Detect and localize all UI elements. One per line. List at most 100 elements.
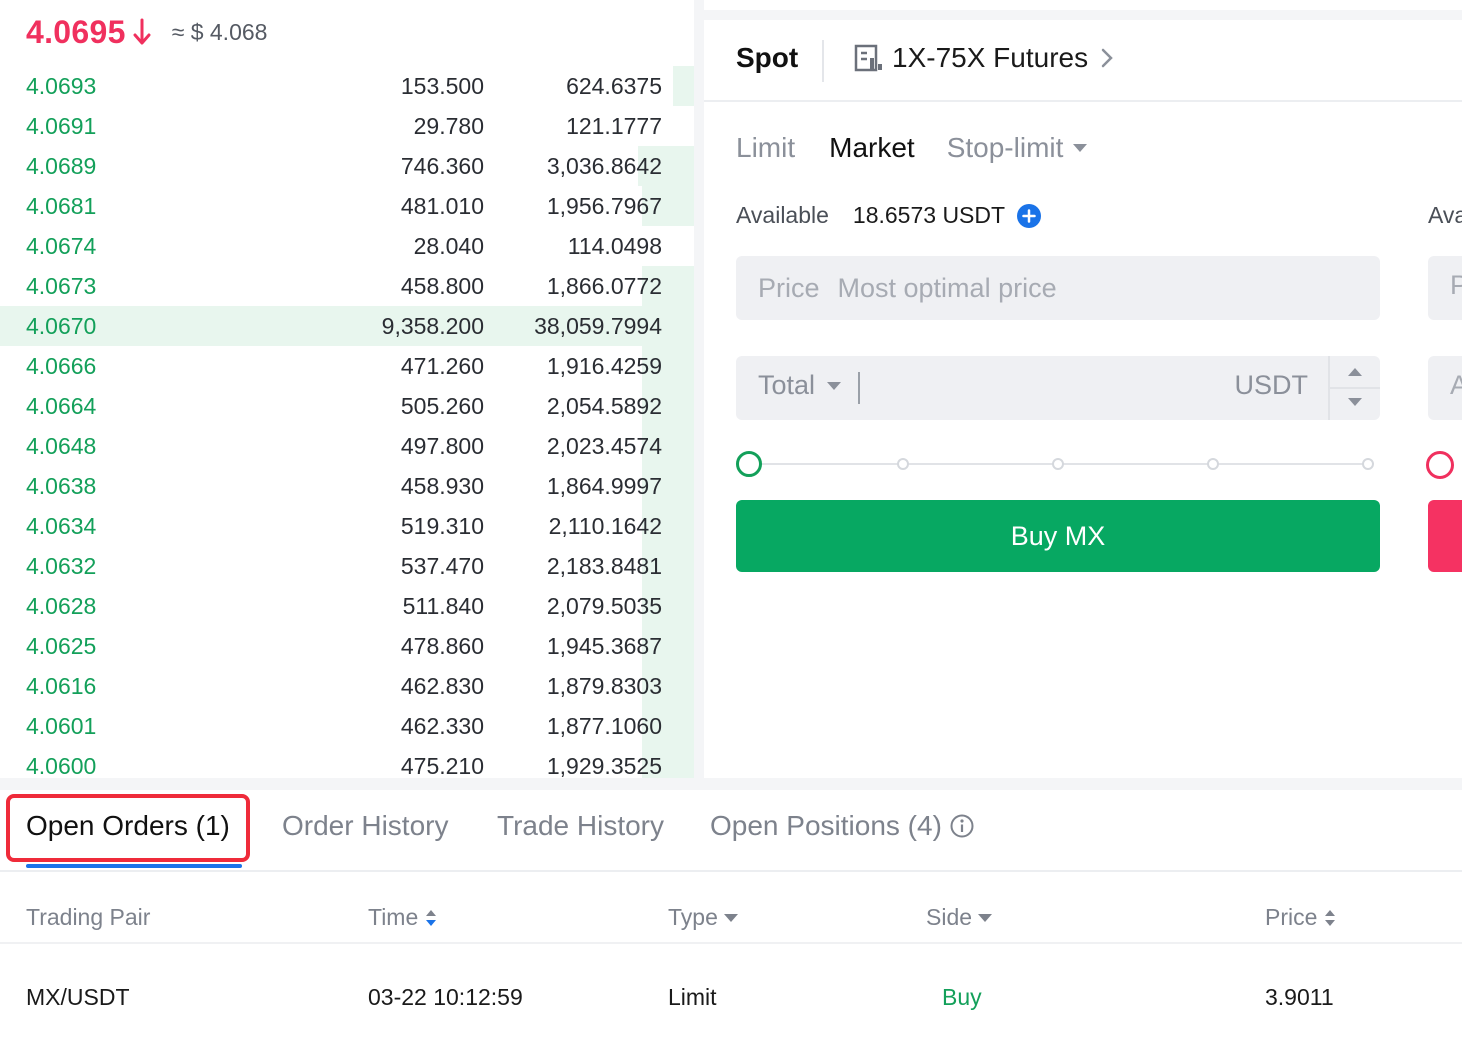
order-book-row[interactable]: 4.0638 458.930 1,864.9997 xyxy=(0,466,694,506)
tab-open-positions[interactable]: Open Positions (4) xyxy=(710,810,974,842)
order-book-price: 4.0681 xyxy=(26,193,97,219)
order-book-price: 4.0601 xyxy=(26,713,97,739)
tab-spot[interactable]: Spot xyxy=(736,42,798,74)
order-book-row[interactable]: 4.0616 462.830 1,879.8303 xyxy=(0,666,694,706)
order-book-row[interactable]: 4.0648 497.800 2,023.4574 xyxy=(0,426,694,466)
tab-trade-history[interactable]: Trade History xyxy=(497,810,664,842)
order-type-stop-limit-label: Stop-limit xyxy=(946,132,1064,163)
available-balance: Available 18.6573 USDT xyxy=(736,202,1042,229)
order-book-amount: 537.470 xyxy=(400,553,484,579)
order-type-market[interactable]: Market xyxy=(829,132,915,164)
order-book-row[interactable]: 4.0693 153.500 624.6375 xyxy=(0,66,694,106)
order-book-total: 1,877.1060 xyxy=(546,713,662,739)
order-book-price: 4.0648 xyxy=(26,433,97,459)
order-book-amount: 462.330 xyxy=(400,713,484,739)
sort-icon xyxy=(426,909,437,926)
cell-side: Buy xyxy=(942,984,982,1010)
order-book-total: 2,054.5892 xyxy=(546,393,662,419)
order-book-total: 2,110.1642 xyxy=(548,513,662,539)
slider-step[interactable] xyxy=(1207,458,1219,470)
slider-handle[interactable] xyxy=(736,451,762,477)
caret-down-icon xyxy=(1073,144,1088,152)
price-placeholder: Most optimal price xyxy=(837,272,1057,303)
order-book-row[interactable]: 4.0634 519.310 2,110.1642 xyxy=(0,506,694,546)
increment-icon[interactable] xyxy=(1348,368,1362,376)
order-book-row[interactable]: 4.0681 481.010 1,956.7967 xyxy=(0,186,694,226)
percent-slider[interactable] xyxy=(736,450,1374,478)
price-label: Price xyxy=(758,272,820,303)
order-book-row[interactable]: 4.0628 511.840 2,079.5035 xyxy=(0,586,694,626)
info-icon[interactable] xyxy=(950,814,974,838)
order-book-row[interactable]: 4.0670 9,358.200 38,059.7994 xyxy=(0,306,694,346)
trading-page: 4.0695 ≈ $ 4.068 4.0693 153.500 624.6375 4.… xyxy=(0,0,1462,1044)
price-input[interactable]: Price Most optimal price xyxy=(736,256,1380,320)
sell-slider-handle[interactable] xyxy=(1426,451,1454,479)
order-book-row[interactable]: 4.0689 746.360 3,036.8642 xyxy=(0,146,694,186)
sell-button[interactable] xyxy=(1428,500,1462,572)
order-book-total: 38,059.7994 xyxy=(534,313,662,339)
tab-order-history[interactable]: Order History xyxy=(282,810,448,842)
order-book-amount: 471.260 xyxy=(400,353,484,379)
order-book-row[interactable]: 4.0632 537.470 2,183.8481 xyxy=(0,546,694,586)
cell-trading-pair: MX/USDT xyxy=(26,984,130,1010)
order-book-price: 4.0634 xyxy=(26,513,97,539)
order-book-total: 1,866.0772 xyxy=(546,273,662,299)
order-book-total: 1,864.9997 xyxy=(546,473,662,499)
tab-open-orders[interactable]: Open Orders (1) xyxy=(26,810,230,842)
futures-document-icon xyxy=(854,44,882,72)
deposit-plus-icon[interactable] xyxy=(1017,203,1042,228)
order-type-limit[interactable]: Limit xyxy=(736,132,795,164)
order-book-row[interactable]: 4.0625 478.860 1,945.3687 xyxy=(0,626,694,666)
tab-open-positions-label: Open Positions (4) xyxy=(710,810,942,841)
order-book-total: 1,916.4259 xyxy=(546,353,662,379)
column-time[interactable]: Time xyxy=(368,904,438,931)
column-side[interactable]: Side xyxy=(926,904,993,931)
sell-price-input[interactable]: P xyxy=(1428,256,1462,320)
order-book-row[interactable]: 4.0600 475.210 1,929.3525 xyxy=(0,746,694,778)
total-label: Total xyxy=(758,370,816,400)
total-unit-select[interactable]: Total xyxy=(758,370,842,401)
order-book: 4.0695 ≈ $ 4.068 4.0693 153.500 624.6375 4.… xyxy=(0,0,694,778)
order-book-price: 4.0689 xyxy=(26,153,97,179)
order-book-row[interactable]: 4.0674 28.040 114.0498 xyxy=(0,226,694,266)
sell-amount-input[interactable]: A xyxy=(1428,356,1462,420)
order-type-stop-limit[interactable]: Stop-limit xyxy=(947,132,1088,164)
order-book-row[interactable]: 4.0664 505.260 2,054.5892 xyxy=(0,386,694,426)
tabs-divider xyxy=(822,40,824,82)
order-book-total: 2,023.4574 xyxy=(546,433,662,459)
column-time-label: Time xyxy=(368,904,419,930)
tab-futures[interactable]: 1X-75X Futures xyxy=(854,42,1114,74)
slider-step[interactable] xyxy=(1052,458,1064,470)
column-type[interactable]: Type xyxy=(668,904,738,931)
available-value: 18.6573 USDT xyxy=(852,202,1006,228)
order-book-total: 2,079.5035 xyxy=(546,593,662,619)
column-price-label: Price xyxy=(1265,904,1318,930)
slider-step[interactable] xyxy=(897,458,909,470)
column-side-label: Side xyxy=(926,904,973,930)
caret-down-icon xyxy=(978,913,993,922)
order-book-price: 4.0600 xyxy=(26,753,97,778)
buy-button[interactable]: Buy MX xyxy=(736,500,1380,572)
market-tabs: Spot 1X-75X Futures xyxy=(704,20,1462,102)
order-book-amount: 153.500 xyxy=(400,73,484,99)
order-book-total: 2,183.8481 xyxy=(546,553,662,579)
order-book-price: 4.0616 xyxy=(26,673,97,699)
cell-price: 3.9011 xyxy=(1265,984,1334,1010)
column-trading-pair-label: Trading Pair xyxy=(26,904,151,930)
slider-step[interactable] xyxy=(1362,458,1374,470)
last-price-usd: ≈ $ 4.068 xyxy=(171,18,268,45)
chevron-right-icon xyxy=(1101,48,1113,68)
order-book-row[interactable]: 4.0691 29.780 121.1777 xyxy=(0,106,694,146)
sell-available-label: Ava xyxy=(1428,202,1462,228)
column-price[interactable]: Price xyxy=(1265,904,1337,931)
order-book-row[interactable]: 4.0666 471.260 1,916.4259 xyxy=(0,346,694,386)
order-book-price: 4.0670 xyxy=(26,313,97,339)
order-book-amount: 511.840 xyxy=(402,593,484,619)
order-book-amount: 481.010 xyxy=(400,193,484,219)
total-input[interactable]: Total USDT xyxy=(736,356,1380,420)
order-book-row[interactable]: 4.0673 458.800 1,866.0772 xyxy=(0,266,694,306)
order-book-row[interactable]: 4.0601 462.330 1,877.1060 xyxy=(0,706,694,746)
decrement-icon[interactable] xyxy=(1348,398,1362,406)
trade-panel-top-strip xyxy=(704,0,1462,10)
order-book-total: 1,945.3687 xyxy=(546,633,662,659)
